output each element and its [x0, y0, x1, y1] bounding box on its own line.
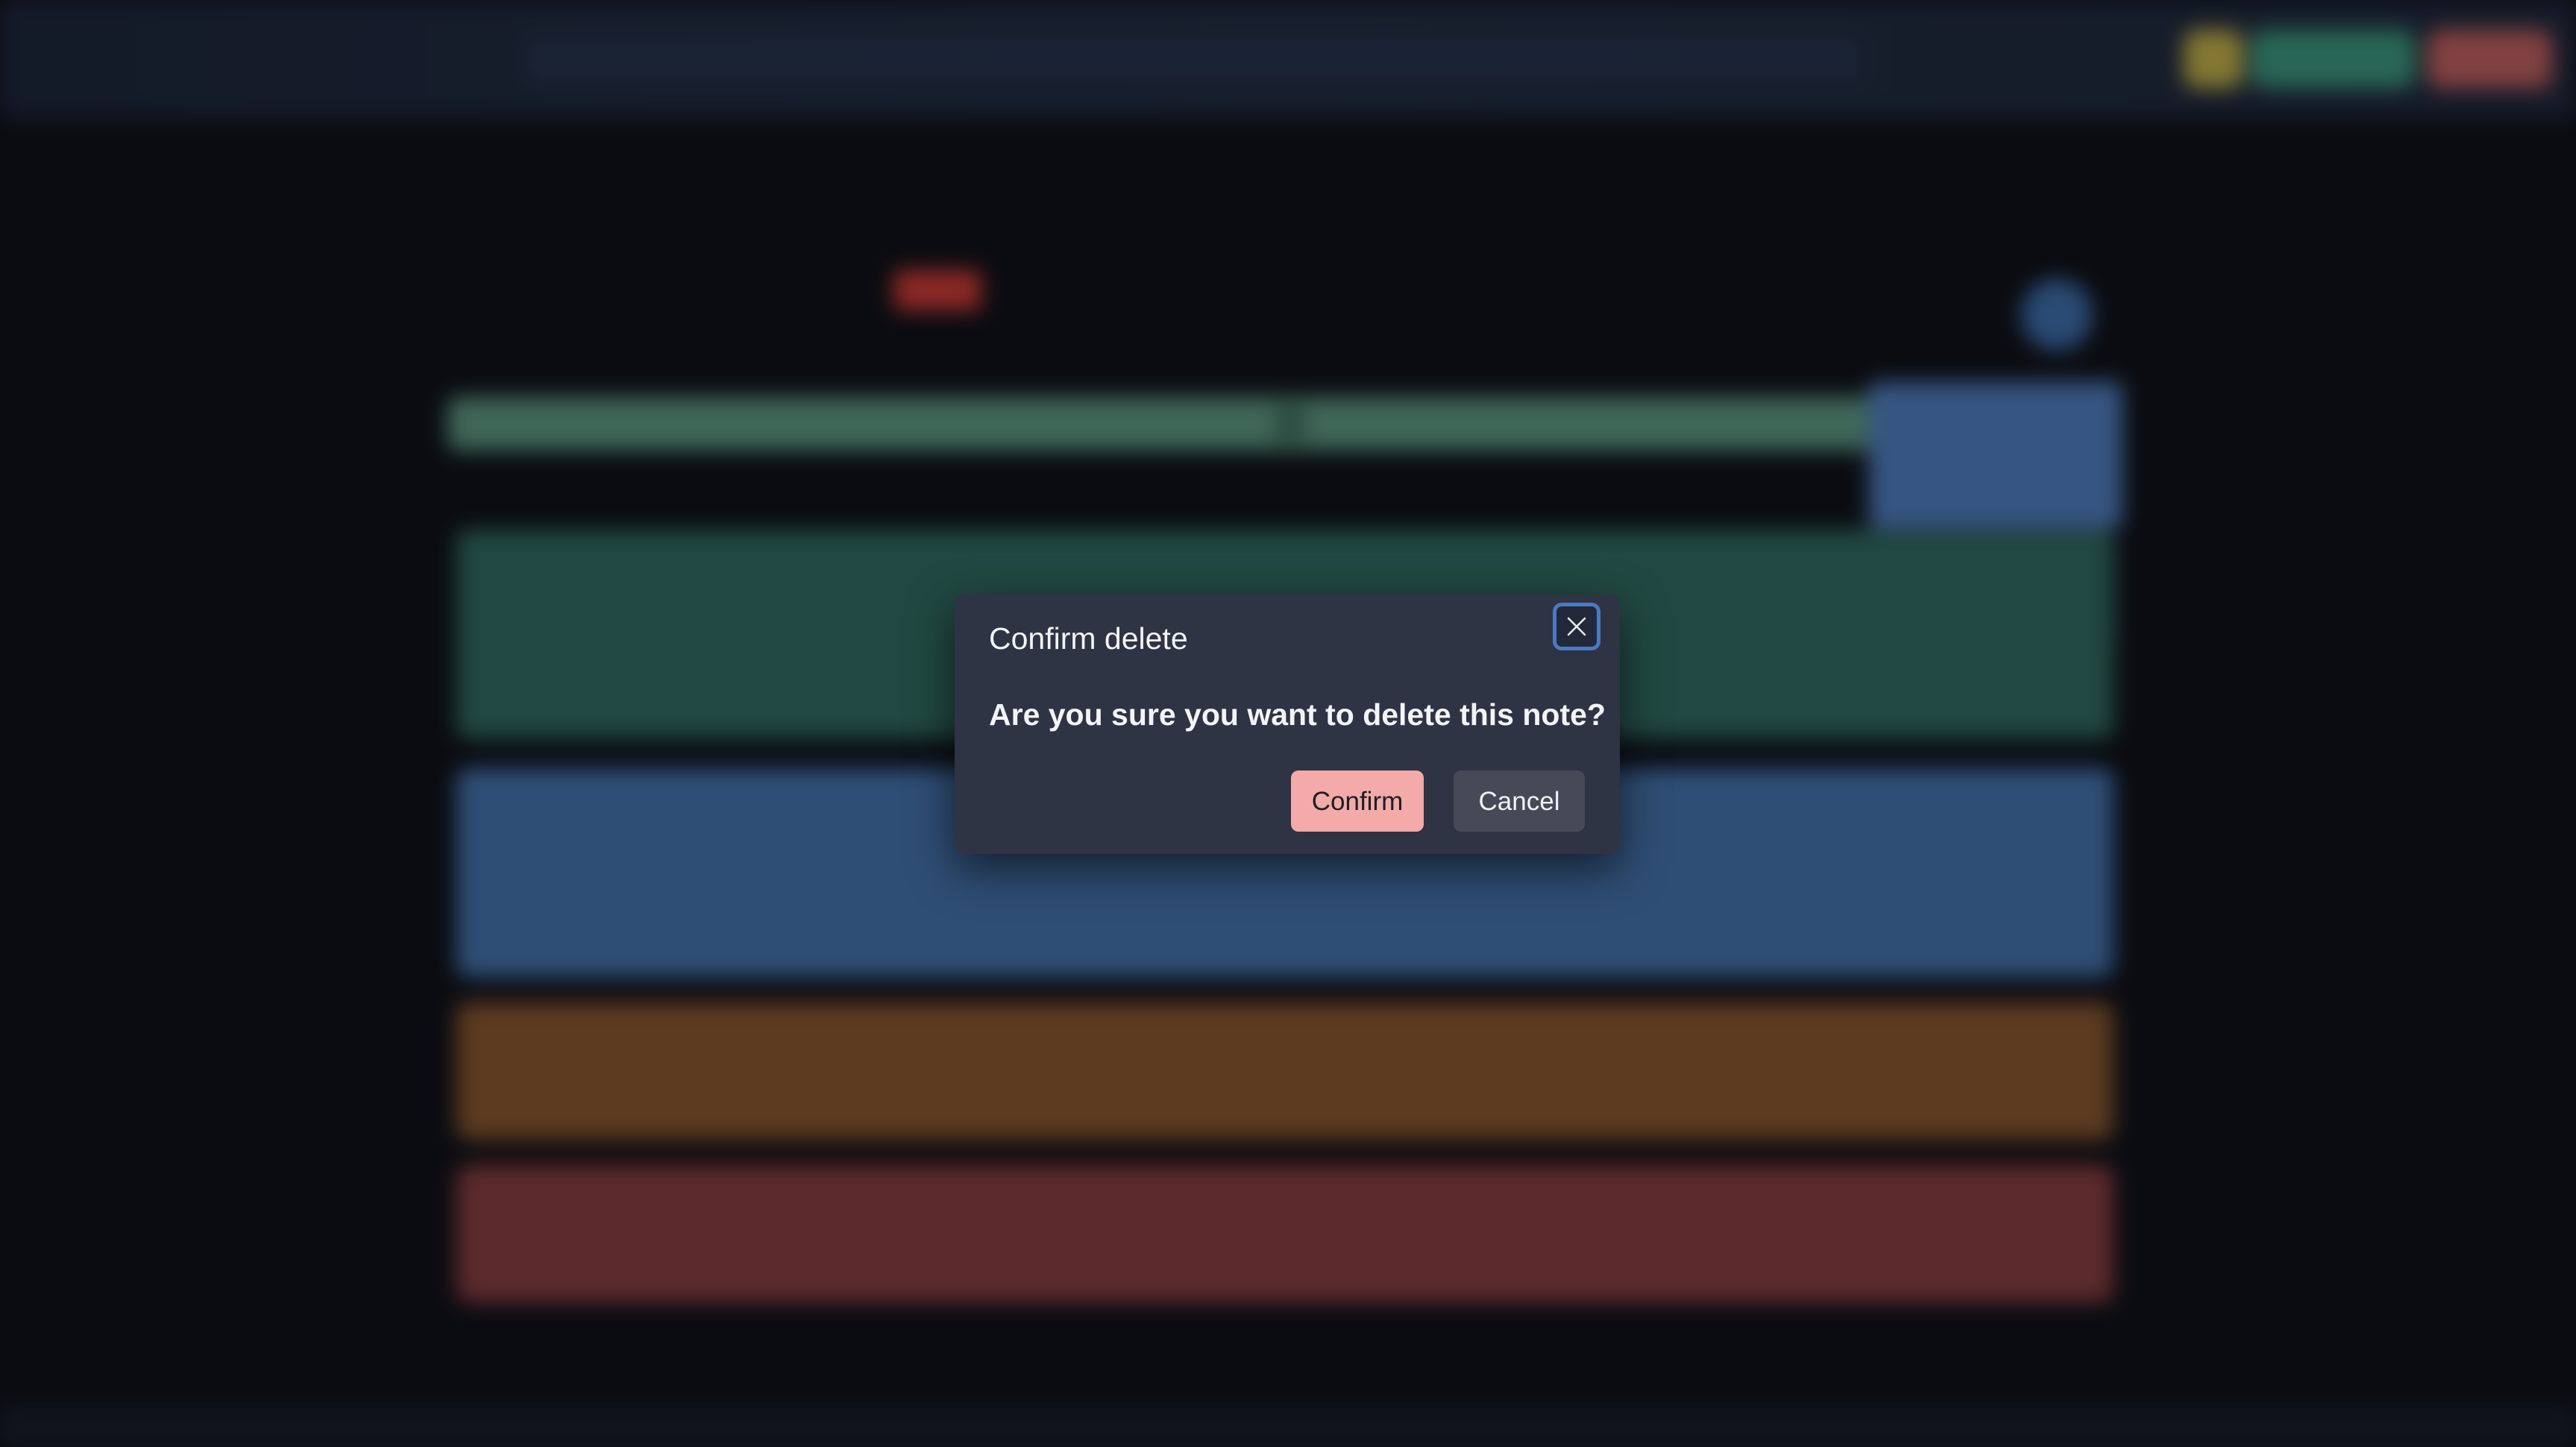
close-icon	[1567, 617, 1586, 636]
close-button[interactable]	[1553, 603, 1600, 650]
confirm-delete-dialog: Confirm delete Are you sure you want to …	[955, 594, 1620, 854]
dialog-title: Confirm delete	[989, 621, 1188, 656]
cancel-button[interactable]: Cancel	[1454, 770, 1585, 832]
confirm-button[interactable]: Confirm	[1291, 770, 1424, 832]
dialog-message: Are you sure you want to delete this not…	[989, 697, 1606, 732]
